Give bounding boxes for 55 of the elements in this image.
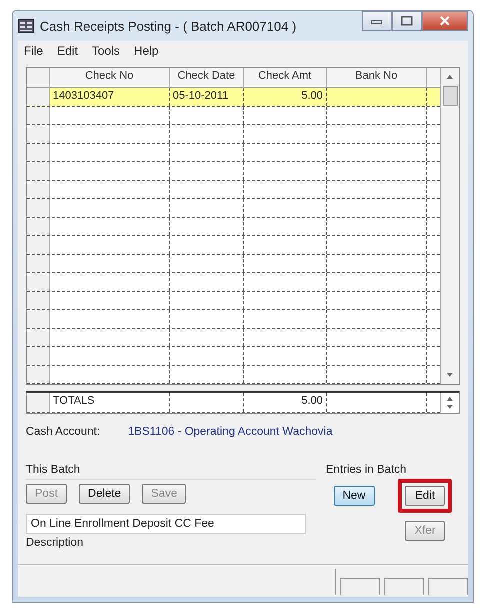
scrollbar[interactable] (440, 68, 459, 384)
row-header (27, 393, 50, 412)
table-cell: 5.00 (244, 393, 327, 412)
row-header[interactable] (27, 254, 50, 272)
row-header[interactable] (27, 236, 50, 254)
row-header[interactable] (27, 218, 50, 235)
menu-item[interactable]: Tools (92, 44, 120, 58)
row-header[interactable] (27, 162, 50, 180)
maximize-icon (401, 16, 413, 26)
up-down-arrows-icon (446, 396, 454, 410)
row-header[interactable] (27, 273, 50, 290)
row-header[interactable] (27, 366, 50, 383)
column-header[interactable]: Bank No (327, 68, 427, 87)
field-label: Description (26, 537, 85, 549)
action-button[interactable]: Delete (79, 484, 130, 504)
account-value: 1BS1106 - Operating Account Wachovia (128, 426, 333, 438)
table-cell: 5.00 (244, 88, 327, 106)
group-title: Entries in Batch (326, 464, 408, 478)
status-panel (384, 578, 424, 595)
table-cell: 1403103407 (50, 88, 170, 106)
row-header[interactable] (27, 292, 50, 309)
row-header[interactable] (27, 310, 50, 328)
group-title: This Batch (26, 464, 316, 480)
action-button[interactable]: New (334, 486, 375, 506)
status-panel (340, 578, 380, 595)
menu-item[interactable]: Edit (57, 44, 78, 58)
down-arrow-icon (446, 372, 454, 378)
column-header[interactable]: Check No (50, 68, 170, 87)
row-header[interactable] (27, 106, 50, 124)
status-panel (428, 578, 468, 595)
menu-item[interactable]: Help (134, 44, 159, 58)
menu-item[interactable]: File (24, 44, 44, 58)
scroll-thumb[interactable] (442, 86, 458, 106)
row-header[interactable] (27, 88, 50, 106)
row-header[interactable] (27, 347, 50, 364)
window-title: Cash Receipts Posting - ( Batch AR007104 ) (40, 18, 298, 34)
table-cell: 05-10-2011 (170, 88, 244, 106)
row-header[interactable] (27, 144, 50, 161)
maximize-button[interactable] (392, 11, 422, 31)
column-header[interactable]: Check Date (170, 68, 244, 87)
minimize-button[interactable] (362, 11, 392, 31)
row-header[interactable] (27, 199, 50, 216)
action-button[interactable]: Edit (405, 486, 446, 506)
row-header[interactable] (27, 328, 50, 346)
description-field[interactable]: On Line Enrollment Deposit CC Fee (26, 514, 306, 534)
close-button[interactable] (422, 11, 468, 31)
column-header[interactable]: Check Amt (244, 68, 327, 87)
table-row[interactable]: 1403103407 05-10-2011 5.00 (27, 88, 440, 106)
up-arrow-icon (446, 74, 454, 80)
grid-app-icon (18, 19, 34, 33)
row-header[interactable] (27, 125, 50, 142)
totals-label: TOTALS (50, 393, 170, 412)
row-header[interactable] (27, 180, 50, 198)
close-icon (439, 16, 451, 26)
field-label: Cash Account: (26, 426, 100, 438)
